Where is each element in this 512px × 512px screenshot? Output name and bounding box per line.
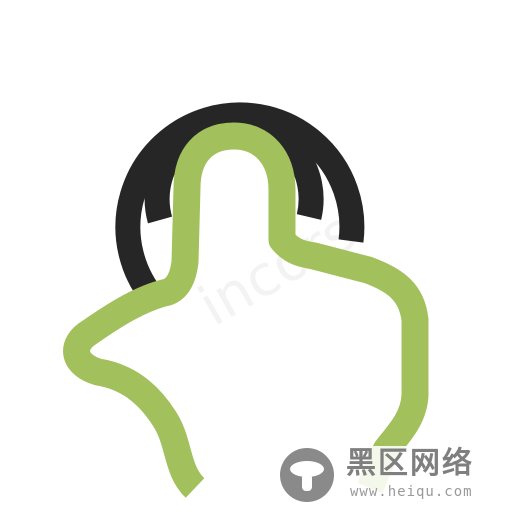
watermark-title: 黑区网络 [346, 446, 474, 481]
watermark-url: www.heiqu.com [350, 484, 473, 500]
site-watermark: 黑区网络 www.heiqu.com [280, 446, 496, 506]
icon-canvas: incors 黑区网络 www.heiqu.com [0, 0, 512, 512]
touch-gesture-illustration: incors [63, 102, 429, 498]
mushroom-logo-icon [280, 448, 334, 502]
